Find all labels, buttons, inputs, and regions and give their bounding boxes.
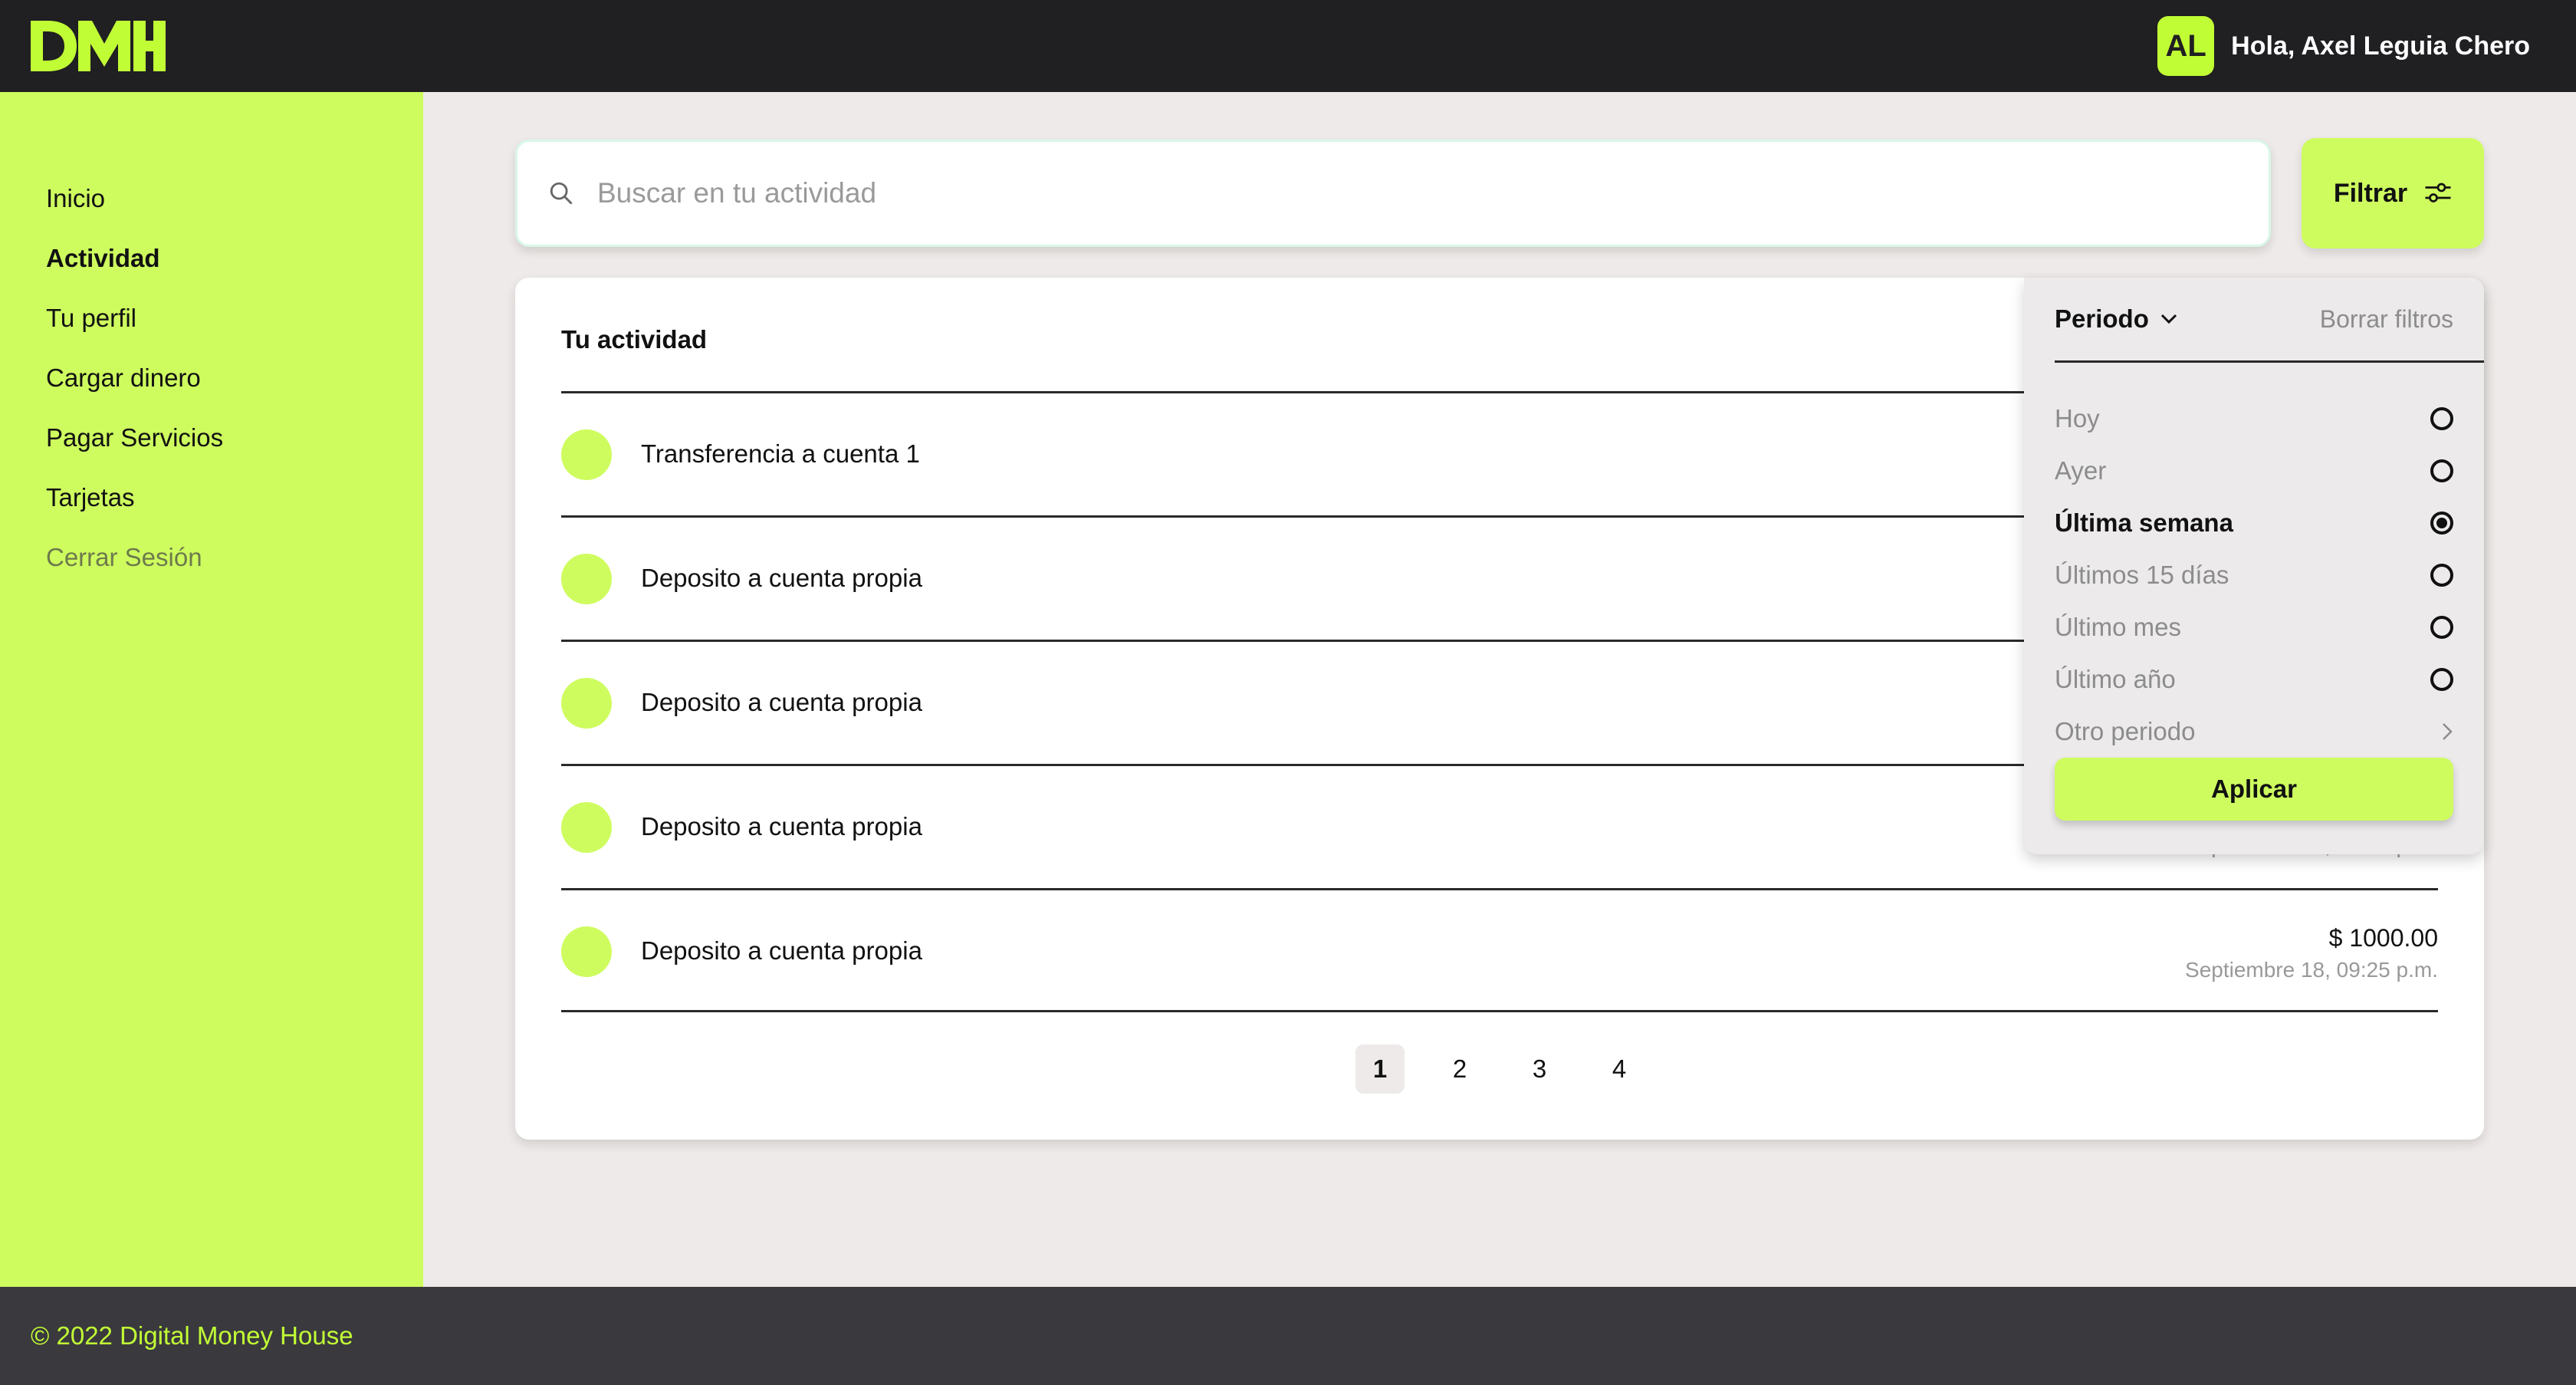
period-option-ultimos-15-dias[interactable]: Últimos 15 días [2055, 549, 2453, 601]
sidebar-item-actividad[interactable]: Actividad [46, 229, 423, 288]
chevron-right-icon [2443, 723, 2453, 740]
activity-row[interactable]: Deposito a cuenta propia $ 1000.00 Septi… [561, 888, 2438, 1012]
sidebar-item-pagar-servicios[interactable]: Pagar Servicios [46, 408, 423, 468]
activity-label: Deposito a cuenta propia [641, 564, 922, 592]
sidebar: Inicio Actividad Tu perfil Cargar dinero… [0, 92, 423, 1287]
period-dropdown[interactable]: Periodo [2055, 304, 2178, 334]
sidebar-item-inicio[interactable]: Inicio [46, 169, 423, 229]
apply-button[interactable]: Aplicar [2055, 758, 2453, 821]
activity-label: Deposito a cuenta propia [641, 812, 922, 841]
filter-button[interactable]: Filtrar [2302, 138, 2484, 248]
activity-amount: $ 1000.00 [2328, 924, 2438, 952]
period-label: Periodo [2055, 304, 2149, 333]
activity-dot-icon [561, 802, 612, 853]
period-option-ultimo-ano[interactable]: Último año [2055, 653, 2453, 706]
activity-label: Transferencia a cuenta 1 [641, 439, 920, 468]
activity-dot-icon [561, 429, 612, 480]
dmh-logo-icon [31, 21, 166, 71]
sidebar-item-cerrar-sesion[interactable]: Cerrar Sesión [46, 528, 423, 587]
period-option-hoy[interactable]: Hoy [2055, 393, 2453, 445]
sidebar-item-tarjetas[interactable]: Tarjetas [46, 468, 423, 528]
sidebar-item-tu-perfil[interactable]: Tu perfil [46, 288, 423, 348]
radio-button[interactable] [2430, 564, 2453, 587]
option-label: Hoy [2055, 404, 2100, 433]
option-label: Último año [2055, 665, 2176, 693]
clear-filters-link[interactable]: Borrar filtros [2320, 305, 2453, 334]
option-label: Última semana [2055, 508, 2233, 537]
search-bar[interactable] [515, 140, 2271, 247]
radio-button[interactable] [2430, 459, 2453, 482]
radio-button[interactable] [2430, 668, 2453, 691]
period-options: Hoy Ayer Última semana Últimos 15 días Ú… [2055, 393, 2453, 758]
page-button-3[interactable]: 3 [1515, 1045, 1564, 1094]
page-button-4[interactable]: 4 [1595, 1045, 1644, 1094]
activity-dot-icon [561, 678, 612, 729]
user-greeting: Hola, Axel Leguia Chero [2231, 31, 2530, 61]
period-option-otro-periodo[interactable]: Otro periodo [2055, 706, 2453, 758]
activity-dot-icon [561, 926, 612, 977]
activity-label: Deposito a cuenta propia [641, 936, 922, 965]
activity-title: Tu actividad [561, 325, 708, 354]
radio-button-selected[interactable] [2430, 512, 2453, 535]
period-option-ultimo-mes[interactable]: Último mes [2055, 601, 2453, 653]
pagination: 1 2 3 4 [515, 1045, 2484, 1094]
filter-panel-header: Periodo Borrar filtros [2055, 278, 2484, 363]
search-input[interactable] [596, 176, 2269, 210]
top-header: AL Hola, Axel Leguia Chero [0, 0, 2576, 92]
period-option-ultima-semana[interactable]: Última semana [2055, 497, 2453, 549]
activity-dot-icon [561, 554, 612, 604]
user-menu[interactable]: AL Hola, Axel Leguia Chero [2157, 16, 2530, 76]
avatar[interactable]: AL [2157, 16, 2215, 76]
option-label: Ayer [2055, 456, 2107, 485]
footer: © 2022 Digital Money House [0, 1287, 2576, 1385]
chevron-down-icon [2160, 314, 2177, 324]
option-label: Últimos 15 días [2055, 561, 2229, 589]
radio-button[interactable] [2430, 407, 2453, 430]
activity-date: Septiembre 18, 09:25 p.m. [2185, 958, 2438, 982]
filter-panel: Periodo Borrar filtros Hoy Ayer Última s… [2024, 278, 2484, 854]
sliders-icon [2425, 183, 2451, 202]
option-label: Último mes [2055, 613, 2182, 641]
page-button-2[interactable]: 2 [1435, 1045, 1484, 1094]
activity-label: Deposito a cuenta propia [641, 688, 922, 716]
search-icon [550, 182, 573, 205]
period-option-ayer[interactable]: Ayer [2055, 445, 2453, 497]
filter-button-label: Filtrar [2333, 178, 2408, 208]
footer-copyright: © 2022 Digital Money House [31, 1321, 353, 1350]
radio-button[interactable] [2430, 616, 2453, 639]
option-label: Otro periodo [2055, 717, 2196, 745]
dmh-logo[interactable] [31, 21, 166, 71]
page-button-1[interactable]: 1 [1355, 1045, 1405, 1094]
sidebar-item-cargar-dinero[interactable]: Cargar dinero [46, 348, 423, 408]
